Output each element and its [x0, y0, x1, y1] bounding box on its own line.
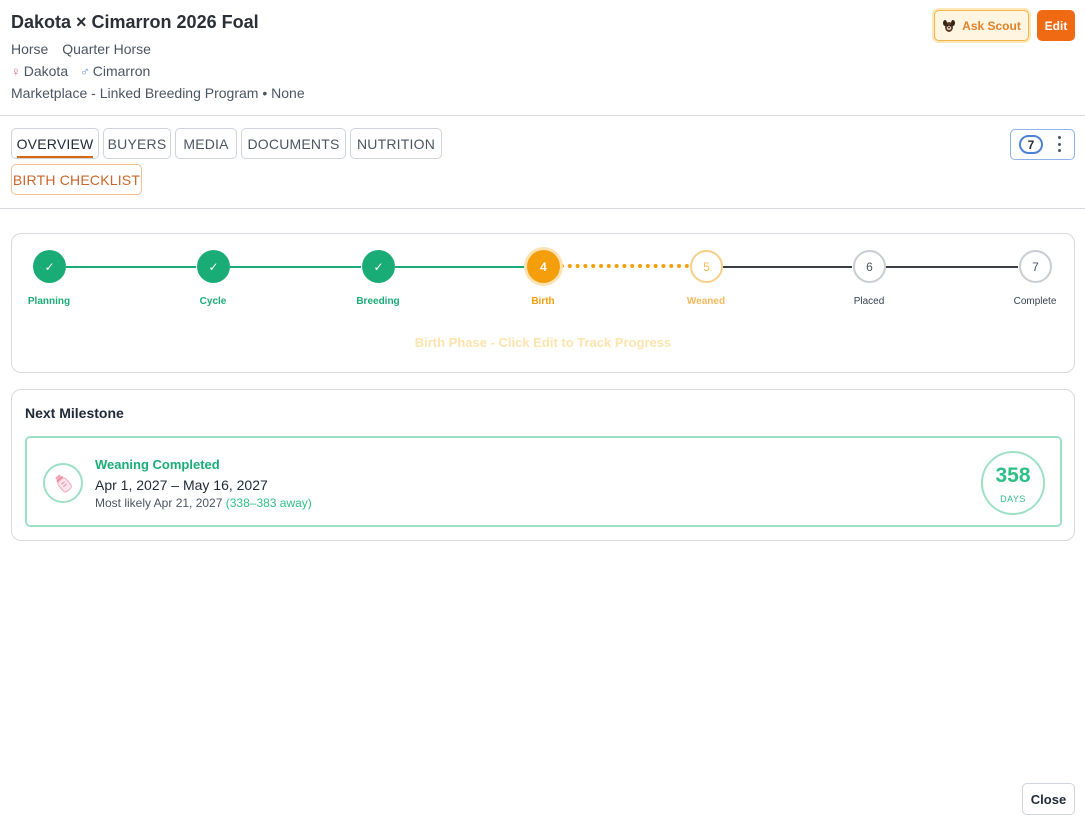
- likely-date-text: Most likely Apr 21, 2027: [95, 496, 223, 510]
- tab-label: BUYERS: [107, 135, 167, 152]
- step-label-breeding: Breeding: [356, 296, 400, 307]
- lifecycle-progress-card: ✓ Planning ✓ Cycle ✓ Breeding 4 Birth 5 Weaned 6 Pl…: [11, 233, 1075, 373]
- step-connector: [560, 264, 689, 268]
- ask-scout-label: Ask Scout: [962, 18, 1021, 33]
- dam-name: Dakota: [23, 63, 69, 79]
- page-title: Dakota × Cimarron 2026 Foal: [11, 12, 259, 32]
- step-connector: [66, 266, 196, 268]
- step-birth: 4: [527, 250, 560, 283]
- step-connector: [886, 266, 1018, 268]
- step-label-planning: Planning: [27, 296, 71, 307]
- male-icon: ♂: [80, 64, 90, 79]
- sire-name: Cimarron: [92, 63, 151, 79]
- step-connector: [395, 266, 526, 268]
- tab-label: MEDIA: [183, 135, 229, 152]
- active-tab-indicator: [17, 156, 93, 158]
- milestone-title: Weaning Completed: [95, 457, 220, 472]
- parents-line: ♀ Dakota ♂ Cimarron: [11, 63, 150, 79]
- female-icon: ♀: [11, 64, 21, 79]
- section-heading: Next Milestone: [25, 405, 124, 421]
- milestone-item: Weaning Completed Apr 1, 2027 – May 16, …: [25, 436, 1062, 527]
- tab-birth-checklist[interactable]: BIRTH CHECKLIST: [11, 164, 142, 195]
- tab-label: DOCUMENTS: [247, 135, 340, 152]
- tab-buyers[interactable]: BUYERS: [103, 128, 171, 159]
- step-connector: [230, 266, 361, 268]
- tab-media[interactable]: MEDIA: [175, 128, 237, 159]
- step-label-birth: Birth: [531, 296, 555, 307]
- tab-overview[interactable]: OVERVIEW: [11, 128, 99, 159]
- days-away-range: (338–383 away): [225, 496, 312, 510]
- days-value: 358: [995, 464, 1031, 487]
- breed-label: Quarter Horse: [62, 41, 151, 57]
- baby-bottle-icon: [43, 463, 83, 503]
- tab-label: NUTRITION: [356, 135, 435, 152]
- days-label: DAYS: [1000, 494, 1026, 504]
- species-breed-line: Horse Quarter Horse: [11, 41, 151, 57]
- tab-bar: OVERVIEW BUYERS MEDIA DOCUMENTS NUTRITIO…: [0, 116, 1085, 209]
- edit-button[interactable]: Edit: [1037, 10, 1075, 41]
- step-label-complete: Complete: [1013, 296, 1057, 307]
- close-button[interactable]: Close: [1022, 783, 1075, 815]
- days-countdown: 358 DAYS: [981, 451, 1045, 515]
- program-line: Marketplace - Linked Breeding Program • …: [11, 85, 305, 101]
- species-label: Horse: [11, 41, 49, 57]
- step-placed: 6: [853, 250, 886, 283]
- milestone-date-range: Apr 1, 2027 – May 16, 2027: [95, 477, 268, 493]
- milestone-likely-date: Most likely Apr 21, 2027 (338–383 away): [95, 496, 312, 510]
- dog-icon: [942, 19, 956, 33]
- step-breeding: ✓: [362, 250, 395, 283]
- tab-documents[interactable]: DOCUMENTS: [241, 128, 346, 159]
- step-cycle: ✓: [197, 250, 230, 283]
- tab-label: OVERVIEW: [16, 135, 94, 152]
- step-label-cycle: Cycle: [199, 296, 227, 307]
- step-complete: 7: [1019, 250, 1052, 283]
- page-header: Dakota × Cimarron 2026 Foal Horse Quarte…: [0, 0, 1085, 116]
- step-connector: [723, 266, 852, 268]
- step-label-placed: Placed: [853, 296, 885, 307]
- step-label-weaned: Weaned: [686, 296, 726, 307]
- tab-label: BIRTH CHECKLIST: [12, 171, 141, 188]
- step-weaned: 5: [690, 250, 723, 283]
- tab-nutrition[interactable]: NUTRITION: [350, 128, 442, 159]
- next-milestone-card: Next Milestone Weaning Completed Apr 1, …: [11, 389, 1075, 541]
- step-planning: ✓: [33, 250, 66, 283]
- ask-scout-button[interactable]: Ask Scout: [934, 10, 1029, 41]
- notifications-menu-button[interactable]: 7: [1010, 129, 1075, 160]
- phase-message: Birth Phase - Click Edit to Track Progre…: [414, 335, 672, 350]
- notification-count-badge: 7: [1019, 135, 1043, 154]
- more-options-icon: [1057, 136, 1061, 152]
